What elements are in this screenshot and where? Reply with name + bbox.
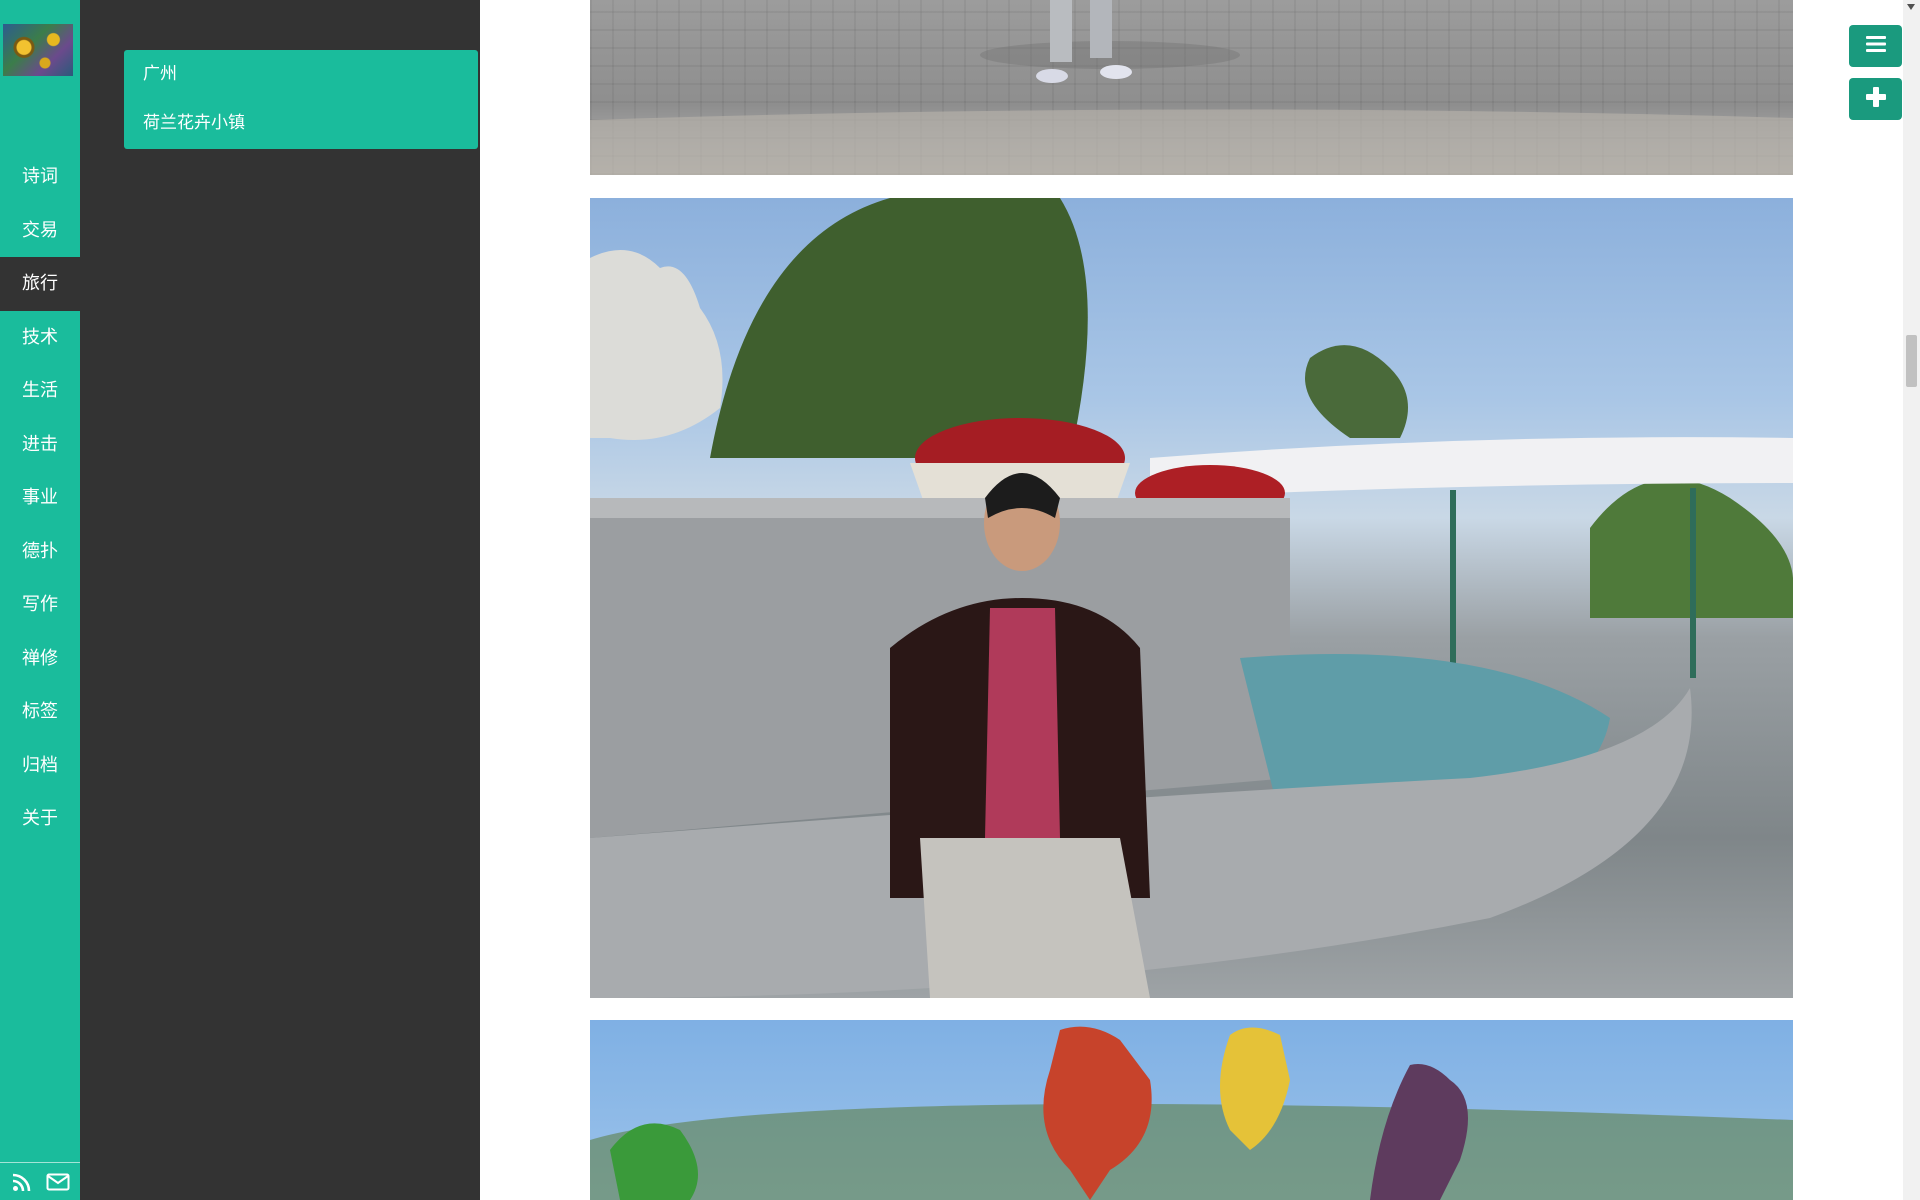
sidebar-item-travel[interactable]: 旅行 [0, 257, 80, 311]
sidebar-item-progress[interactable]: 进击 [0, 418, 80, 472]
page-scrollbar[interactable] [1903, 0, 1920, 1200]
submenu-panel: 广州 荷兰花卉小镇 [80, 0, 480, 1200]
rss-icon[interactable] [10, 1170, 34, 1194]
plus-icon [1865, 86, 1887, 112]
sidebar-item-poker[interactable]: 德扑 [0, 525, 80, 579]
submenu-item-guangzhou[interactable]: 广州 [124, 60, 478, 109]
scroll-up-icon[interactable] [1907, 4, 1915, 10]
sidebar-item-trading[interactable]: 交易 [0, 204, 80, 258]
sidebar-item-archive[interactable]: 归档 [0, 739, 80, 793]
sidebar-item-career[interactable]: 事业 [0, 471, 80, 525]
sidebar-item-poetry[interactable]: 诗词 [0, 150, 80, 204]
scrollbar-thumb[interactable] [1906, 335, 1917, 387]
sidebar-nav: 诗词 交易 旅行 技术 生活 进击 事业 德扑 写作 禅修 标签 归档 关于 [0, 150, 80, 846]
avatar[interactable] [3, 24, 73, 76]
sidebar-item-life[interactable]: 生活 [0, 364, 80, 418]
sidebar-footer [0, 1162, 80, 1200]
submenu-list: 广州 荷兰花卉小镇 [124, 50, 478, 149]
hamburger-menu-icon [1865, 35, 1887, 57]
mail-icon[interactable] [46, 1170, 70, 1194]
sidebar-item-tags[interactable]: 标签 [0, 685, 80, 739]
photo-fountain-portrait [590, 198, 1793, 998]
photo-plaza [590, 0, 1793, 175]
photo-tulip-sculptures [590, 1020, 1793, 1200]
sidebar-item-tech[interactable]: 技术 [0, 311, 80, 365]
sidebar-rail: 诗词 交易 旅行 技术 生活 进击 事业 德扑 写作 禅修 标签 归档 关于 [0, 0, 80, 1200]
sidebar-item-about[interactable]: 关于 [0, 792, 80, 846]
add-button[interactable] [1849, 78, 1902, 120]
submenu-item-dutch-flower-town[interactable]: 荷兰花卉小镇 [124, 109, 478, 158]
sidebar-item-meditation[interactable]: 禅修 [0, 632, 80, 686]
menu-button[interactable] [1849, 25, 1902, 67]
sidebar-item-writing[interactable]: 写作 [0, 578, 80, 632]
